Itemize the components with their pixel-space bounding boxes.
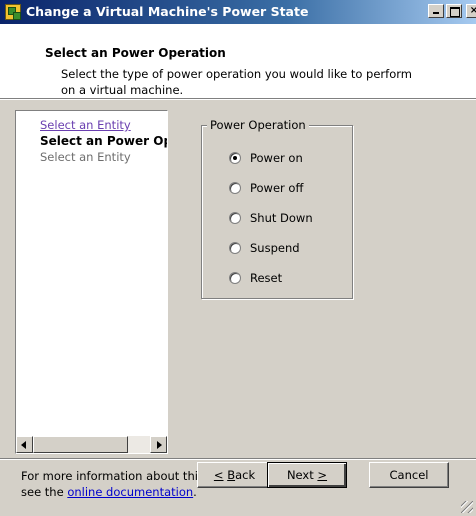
page-title: Select an Power Operation <box>45 46 226 60</box>
radio-button[interactable] <box>229 272 241 284</box>
radio-reset[interactable]: Reset <box>229 270 282 286</box>
radio-label: Reset <box>250 271 283 285</box>
wizard-app-icon <box>5 4 21 20</box>
power-operation-legend: Power Operation <box>207 118 309 132</box>
radio-label: Power off <box>250 181 304 195</box>
page-description: Select the type of power operation you w… <box>61 67 412 97</box>
radio-label: Shut Down <box>250 211 313 225</box>
step-select-entity-pending: Select an Entity <box>40 150 131 164</box>
close-button[interactable]: × <box>466 4 476 18</box>
online-documentation-link[interactable]: online documentation <box>67 485 193 499</box>
title-bar[interactable]: Change a Virtual Machine's Power State × <box>0 0 476 24</box>
arrow-left-icon[interactable] <box>16 436 33 453</box>
radio-button[interactable] <box>229 182 241 194</box>
step-select-power-operation: Select an Power Operation <box>40 134 167 148</box>
radio-power-on[interactable]: Power on <box>229 150 303 166</box>
header-divider-highlight <box>0 99 476 100</box>
help-line-2-prefix: see the <box>21 485 68 499</box>
back-accel: < <box>213 468 224 482</box>
maximize-button[interactable] <box>446 4 462 18</box>
window-controls: × <box>428 4 476 18</box>
steps-list: Select an Entity Select an Power Operati… <box>40 117 167 165</box>
next-accel: > <box>317 468 328 482</box>
back-mnemonic: B <box>227 468 236 482</box>
footer-divider-highlight <box>0 459 476 460</box>
cancel-button[interactable]: Cancel <box>369 462 449 488</box>
arrow-right-icon[interactable] <box>150 436 167 453</box>
next-button[interactable]: Next > <box>267 462 347 488</box>
radio-suspend[interactable]: Suspend <box>229 240 300 256</box>
back-label-rest: ack <box>235 468 256 482</box>
radio-shut-down[interactable]: Shut Down <box>229 210 313 226</box>
radio-label: Suspend <box>250 241 300 255</box>
radio-label: Power on <box>250 151 303 165</box>
window-title: Change a Virtual Machine's Power State <box>26 4 309 19</box>
minimize-button[interactable] <box>428 4 444 18</box>
wizard-header: Select an Power Operation Select the typ… <box>0 24 476 98</box>
wizard-window: Change a Virtual Machine's Power State ×… <box>0 0 476 516</box>
horizontal-scrollbar[interactable] <box>16 436 167 453</box>
resize-grip-icon[interactable] <box>461 501 473 513</box>
next-label: Next <box>286 468 314 482</box>
scrollbar-thumb[interactable] <box>33 436 128 453</box>
radio-button[interactable] <box>229 242 241 254</box>
step-select-entity[interactable]: Select an Entity <box>40 117 167 133</box>
steps-panel: Select an Entity Select an Power Operati… <box>15 110 168 454</box>
radio-button-checked[interactable] <box>229 152 241 164</box>
radio-power-off[interactable]: Power off <box>229 180 303 196</box>
back-button[interactable]: < Back <box>197 462 272 488</box>
radio-button[interactable] <box>229 212 241 224</box>
